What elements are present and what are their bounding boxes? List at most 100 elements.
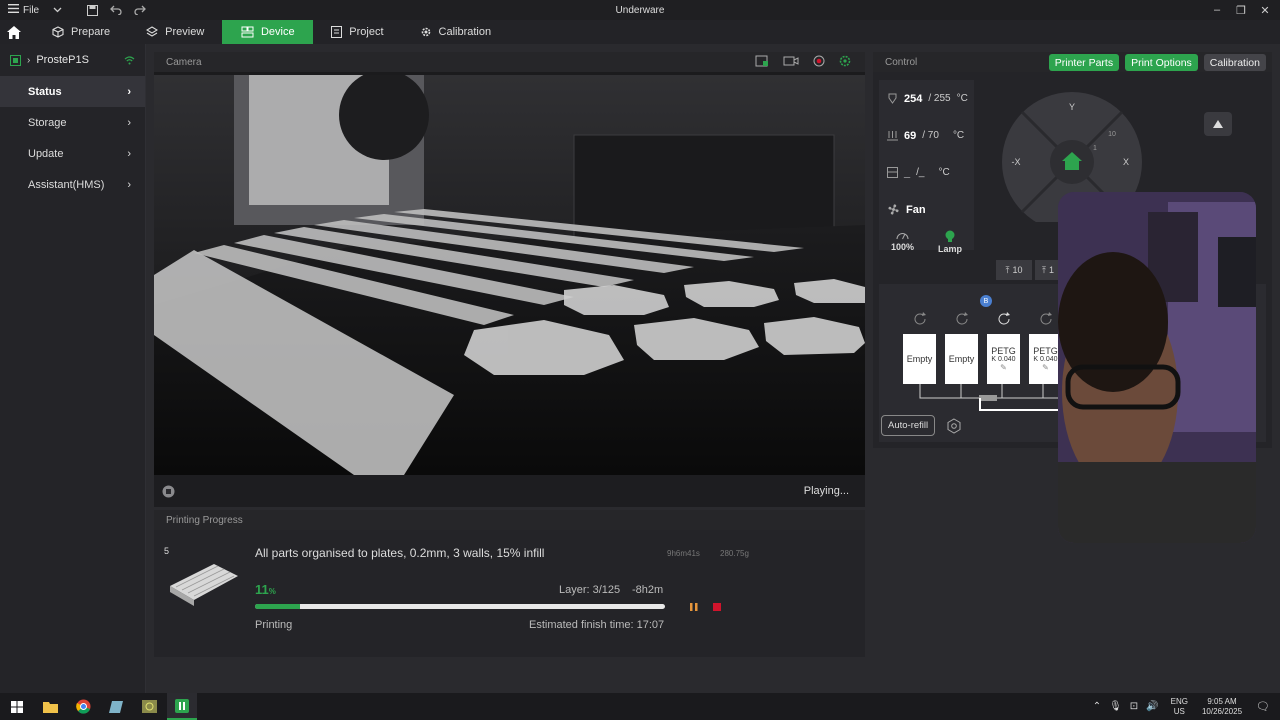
tab-calibration[interactable]: Calibration [402, 20, 510, 44]
microphone-icon[interactable]: 🎙 [1109, 701, 1122, 712]
arrow-up-icon: ⤒ [1005, 264, 1010, 275]
ams-slot-label: PETG [991, 346, 1016, 356]
sidebar-item-label: Storage [28, 116, 67, 129]
home-icon [7, 25, 21, 39]
chevron-down-icon [53, 5, 62, 16]
plate-number: 5 [164, 546, 170, 556]
language-indicator[interactable]: ENG US [1171, 697, 1188, 717]
progress-bar [255, 604, 665, 609]
ams-id-badge[interactable]: B [980, 295, 992, 307]
chevron-right-icon: › [27, 54, 31, 66]
ams-slot-3[interactable]: PETG K 0.040 ✎ [987, 312, 1020, 384]
pause-icon[interactable] [689, 602, 699, 612]
edit-icon[interactable]: ✎ [1042, 363, 1049, 372]
print-options-button[interactable]: Print Options [1125, 54, 1198, 71]
lamp-label: Lamp [937, 244, 962, 254]
auto-refill-button[interactable]: Auto-refill [881, 415, 936, 436]
nozzle-temp-unit: °C [956, 93, 968, 104]
network-icon[interactable]: ⊡ [1130, 701, 1138, 712]
jog-step-10-label: 10 [1108, 131, 1116, 138]
notifications-icon[interactable]: 🗨 [1256, 700, 1270, 713]
ams-slot-k: K 0.040 [991, 356, 1016, 363]
start-button[interactable] [2, 693, 32, 720]
chevron-up-icon[interactable]: ⌃ [1093, 701, 1101, 712]
chevron-right-icon: › [127, 85, 131, 98]
printer-icon [10, 54, 21, 66]
tab-preview[interactable]: Preview [128, 20, 222, 44]
volume-icon[interactable]: 🔊 [1146, 701, 1158, 712]
tab-device[interactable]: Device [222, 20, 314, 44]
sidebar-item-assistant[interactable]: Assistant(HMS) › [0, 169, 145, 200]
taskbar-file-explorer[interactable] [35, 693, 65, 720]
tab-project[interactable]: Project [313, 20, 401, 44]
close-icon[interactable]: ✕ [1256, 4, 1274, 17]
printer-parts-button[interactable]: Printer Parts [1048, 54, 1120, 71]
printing-progress-panel: Printing Progress 5 All parts organised … [154, 510, 865, 657]
layer-count: Layer: 3/125 [559, 584, 621, 596]
file-menu[interactable]: File [8, 4, 62, 16]
device-name: ProsteP1S [36, 54, 89, 66]
cube-icon [52, 26, 64, 38]
device-selector[interactable]: › ProsteP1S [0, 44, 145, 76]
document-icon [331, 26, 343, 38]
gear-icon [421, 27, 430, 37]
taskbar-app-4[interactable] [134, 693, 164, 720]
calibration-button[interactable]: Calibration [1203, 54, 1266, 71]
redo-icon[interactable] [132, 2, 148, 18]
device-icon [241, 26, 254, 38]
home-button[interactable] [0, 20, 28, 44]
taskbar-app-3[interactable] [101, 693, 131, 720]
refresh-icon [1040, 312, 1052, 325]
edit-icon[interactable]: ✎ [1000, 363, 1007, 372]
restore-icon[interactable]: ❐ [1232, 4, 1250, 17]
ams-slot-1[interactable]: Empty [903, 312, 936, 384]
speed-control[interactable]: 100% [891, 230, 914, 254]
chamber-temp-target: /_ [916, 167, 925, 178]
minimize-icon[interactable]: – [1208, 4, 1226, 16]
undo-icon[interactable] [108, 2, 124, 18]
bed-temp[interactable]: 69 / 70 °C [879, 117, 974, 154]
sidebar-item-storage[interactable]: Storage › [0, 107, 145, 138]
sd-card-icon[interactable] [755, 55, 769, 67]
progress-bar-fill [255, 604, 301, 609]
save-icon[interactable] [84, 2, 100, 18]
nozzle-temp[interactable]: 254 / 255 °C [879, 80, 974, 117]
camera-settings-icon[interactable] [839, 55, 851, 67]
job-duration: 9h6m41s [667, 549, 700, 558]
taskbar-chrome[interactable] [68, 693, 98, 720]
windows-taskbar: ⌃ 🎙 ⊡ 🔊 ENG US 9:05 AM 10/26/2025 🗨 [0, 693, 1280, 720]
ams-slot-2[interactable]: Empty [945, 312, 978, 384]
timelapse-icon[interactable] [813, 55, 825, 67]
clock[interactable]: 9:05 AM 10/26/2025 [1202, 697, 1242, 717]
device-sidebar: › ProsteP1S Status › Storage › Update › … [0, 44, 146, 693]
z-up-button[interactable] [1204, 112, 1232, 136]
sidebar-item-status[interactable]: Status › [0, 76, 145, 107]
chevron-right-icon: › [127, 116, 131, 129]
chamber-icon [887, 167, 898, 178]
stop-stream-icon[interactable] [162, 485, 175, 498]
triangle-up-icon [1213, 120, 1223, 128]
chevron-right-icon: › [127, 178, 131, 191]
lamp-toggle[interactable]: Lamp [938, 230, 962, 254]
refresh-icon [956, 312, 968, 325]
progress-title: Printing Progress [166, 514, 243, 526]
fan-control[interactable]: Fan [879, 191, 974, 228]
jog-xneg-label: -X [1012, 157, 1021, 167]
sidebar-item-update[interactable]: Update › [0, 138, 145, 169]
tab-prepare[interactable]: Prepare [34, 20, 128, 44]
ams-settings-icon[interactable] [946, 418, 962, 434]
video-record-icon[interactable] [783, 55, 799, 67]
taskbar-slicer-app[interactable] [167, 693, 197, 720]
stop-icon[interactable] [712, 602, 722, 612]
folder-icon [42, 701, 58, 713]
tab-prepare-label: Prepare [71, 26, 111, 38]
ams-slot-label: PETG [1033, 346, 1058, 356]
temperature-panel: 254 / 255 °C 69 / 70 °C _ /_ °C Fan 100%… [879, 80, 974, 254]
z-step-10-button[interactable]: ⤒ 10 [996, 260, 1032, 280]
progress-percent: 11% [255, 581, 276, 599]
clock-time: 9:05 AM [1207, 696, 1237, 706]
main-content: Camera Playing... Printing Progress 5 Al… [146, 44, 1280, 693]
sidebar-item-label: Update [28, 147, 64, 160]
bed-temp-current: 69 [904, 129, 917, 142]
fan-icon [888, 204, 899, 215]
